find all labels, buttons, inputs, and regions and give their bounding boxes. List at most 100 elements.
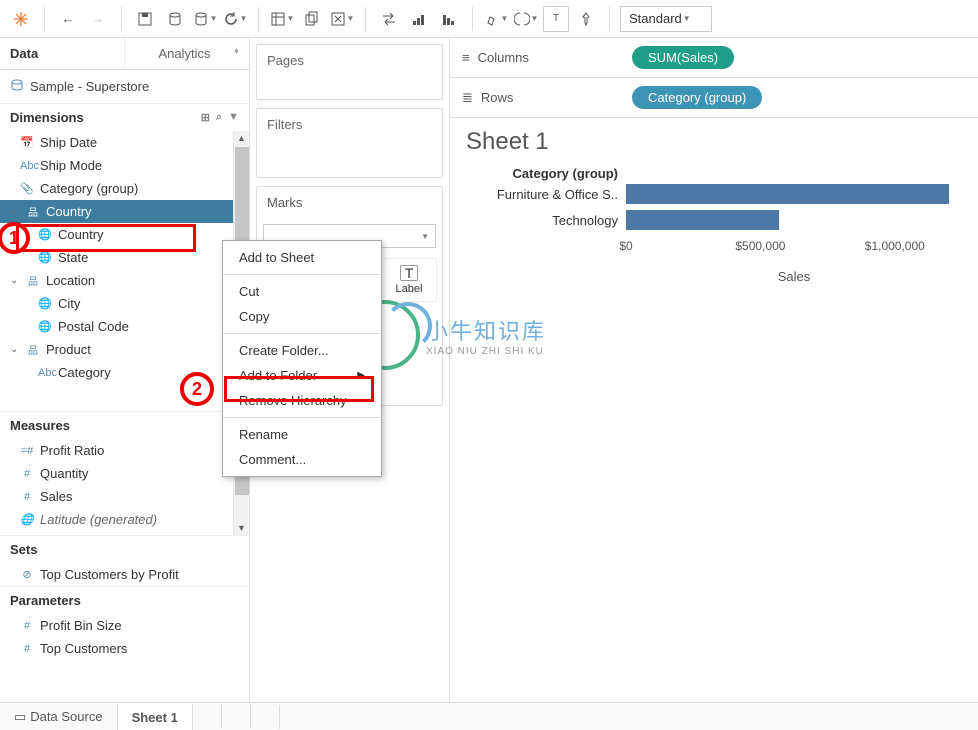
columns-icon: ≡	[462, 50, 470, 65]
field-item[interactable]: =# Profit Ratio	[0, 439, 249, 462]
chart-bar[interactable]	[626, 184, 949, 204]
context-menu-item[interactable]: Cut	[223, 279, 381, 304]
new-worksheet-tab[interactable]	[193, 705, 222, 729]
pages-shelf[interactable]: Pages	[256, 44, 443, 100]
forward-icon[interactable]: →	[85, 6, 111, 32]
field-item[interactable]: 📅 Ship Date	[0, 131, 249, 154]
field-item[interactable]: 🌐 City	[0, 292, 249, 315]
field-item[interactable]: ⌄品Location	[0, 269, 249, 292]
refresh-icon[interactable]: ▼	[222, 6, 248, 32]
annotation-box-2	[224, 376, 374, 402]
x-axis-label: Sales	[626, 269, 962, 284]
data-tab[interactable]: Data	[0, 38, 124, 69]
field-label: Ship Mode	[40, 158, 102, 173]
parameters-header: Parameters	[0, 586, 249, 614]
field-icon: #	[20, 620, 34, 632]
new-worksheet-icon[interactable]: ▼	[269, 6, 295, 32]
columns-shelf[interactable]: ≡Columns SUM(Sales)	[450, 38, 978, 78]
search-icon[interactable]: ⌕	[216, 111, 222, 124]
save-icon[interactable]	[132, 6, 158, 32]
datasource-item[interactable]: Sample - Superstore	[0, 70, 249, 103]
field-label: Ship Date	[40, 135, 97, 150]
sort-asc-icon[interactable]	[406, 6, 432, 32]
chart-bar[interactable]	[626, 210, 779, 230]
swap-icon[interactable]	[376, 6, 402, 32]
menu-icon[interactable]: ▼	[228, 111, 239, 124]
field-icon: 🌐	[38, 297, 52, 310]
chart-category-label: Furniture & Office S..	[466, 187, 626, 202]
dimensions-header: Dimensions ⊞⌕▼	[0, 103, 249, 131]
field-label: Location	[46, 273, 95, 288]
new-dashboard-tab[interactable]	[222, 705, 251, 729]
labels-icon[interactable]: T	[543, 6, 569, 32]
fit-select[interactable]: Standard▼	[620, 6, 712, 32]
tableau-logo-icon[interactable]	[8, 6, 34, 32]
axis-tick: $500,000	[735, 239, 785, 253]
field-icon: #	[20, 643, 34, 655]
data-pane: Data Analytics ♦ Sample - Superstore Dim…	[0, 38, 250, 702]
new-story-tab[interactable]	[251, 705, 280, 729]
field-item[interactable]: #Profit Bin Size	[0, 614, 249, 637]
field-icon: 📅	[20, 136, 34, 149]
field-item[interactable]: AbcShip Mode	[0, 154, 249, 177]
sets-header: Sets	[0, 535, 249, 563]
field-item[interactable]: # Top Customers	[0, 637, 249, 660]
group-icon[interactable]: ▼	[513, 6, 539, 32]
context-menu-item[interactable]: Comment...	[223, 447, 381, 472]
datasource-tab-icon: ▭	[14, 709, 26, 725]
field-icon: #	[20, 491, 34, 503]
data-source-tab[interactable]: ▭Data Source	[0, 704, 118, 730]
context-menu-item[interactable]: Rename	[223, 422, 381, 447]
rows-icon: ≣	[462, 90, 473, 106]
mark-label-button[interactable]: TLabel	[381, 258, 437, 302]
chart-header: Category (group)	[466, 166, 626, 181]
field-label: Latitude (generated)	[40, 512, 157, 527]
annotation-box-1	[16, 224, 196, 252]
field-item[interactable]: #Quantity	[0, 462, 249, 485]
sheet-title[interactable]: Sheet 1	[466, 128, 962, 156]
context-menu-item[interactable]: Copy	[223, 304, 381, 329]
field-label: Profit Ratio	[40, 443, 104, 458]
field-label: City	[58, 296, 80, 311]
field-item[interactable]: #Sales	[0, 485, 249, 508]
back-icon[interactable]: ←	[55, 6, 81, 32]
field-icon: =#	[20, 445, 34, 457]
field-item[interactable]: 📎Category (group)	[0, 177, 249, 200]
view-as-icon[interactable]: ⊞	[201, 111, 210, 124]
datasource-icon	[10, 78, 24, 95]
pin-icon[interactable]	[573, 6, 599, 32]
context-menu-item[interactable]: Add to Sheet	[223, 245, 381, 270]
columns-pill[interactable]: SUM(Sales)	[632, 46, 734, 69]
pause-data-icon[interactable]: ▼	[192, 6, 218, 32]
duplicate-icon[interactable]	[299, 6, 325, 32]
field-icon: 📎	[20, 182, 34, 195]
toolbar: ← → ▼ ▼ ▼ ▼ ▼ ▼ T Standard▼	[0, 0, 978, 38]
new-datasource-icon[interactable]	[162, 6, 188, 32]
field-label: Top Customers by Profit	[40, 567, 179, 582]
field-label: Quantity	[40, 466, 88, 481]
field-item[interactable]: 🌐 Postal Code	[0, 315, 249, 338]
field-label: Postal Code	[58, 319, 129, 334]
field-label: State	[58, 250, 88, 265]
analytics-tab[interactable]: Analytics ♦	[124, 38, 249, 69]
field-item[interactable]: ⌄品Product	[0, 338, 249, 361]
field-item[interactable]: 🌐 Latitude (generated)	[0, 508, 249, 531]
filters-shelf[interactable]: Filters	[256, 108, 443, 178]
field-item[interactable]: ⌄品Country	[0, 200, 249, 223]
field-item[interactable]: ⊘Top Customers by Profit	[0, 563, 249, 586]
field-icon: Abc	[38, 367, 52, 379]
clear-icon[interactable]: ▼	[329, 6, 355, 32]
sheet-tabs: ▭Data Source Sheet 1	[0, 702, 978, 730]
sheet1-tab[interactable]: Sheet 1	[118, 703, 193, 730]
highlight-icon[interactable]: ▼	[483, 6, 509, 32]
field-label: Country	[46, 204, 92, 219]
context-menu-item[interactable]: Create Folder...	[223, 338, 381, 363]
x-axis: $0$500,000$1,000,000	[626, 239, 962, 257]
field-icon: 🌐	[38, 320, 52, 333]
field-label: Top Customers	[40, 641, 127, 656]
rows-pill[interactable]: Category (group)	[632, 86, 762, 109]
rows-shelf[interactable]: ≣Rows Category (group)	[450, 78, 978, 118]
chart-category-label: Technology	[466, 213, 626, 228]
field-icon: 🌐	[20, 513, 34, 526]
sort-desc-icon[interactable]	[436, 6, 462, 32]
